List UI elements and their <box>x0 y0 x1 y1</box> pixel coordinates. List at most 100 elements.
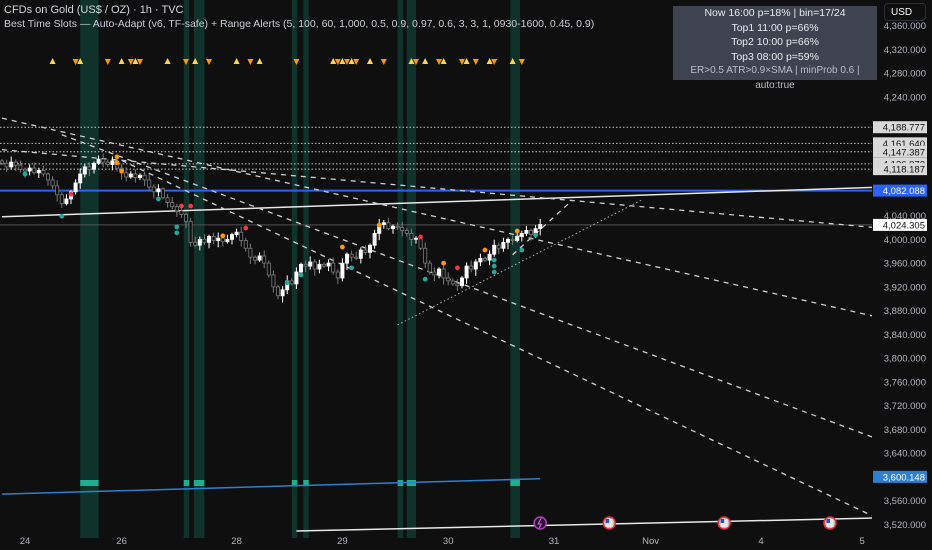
currency-button[interactable]: USD <box>884 3 926 21</box>
price-label: 4,147.387 <box>883 147 925 158</box>
triangle-down-marker <box>491 59 498 65</box>
session-band <box>193 0 205 538</box>
candle-body <box>275 286 280 297</box>
candle-body <box>183 213 188 222</box>
candle-body <box>151 186 156 193</box>
signal-dot-green <box>519 247 525 253</box>
candle-body <box>262 255 267 264</box>
triangle-up-marker <box>330 58 337 64</box>
candle-body <box>519 232 524 237</box>
signal-dot-green <box>156 196 161 202</box>
signal-dot-green <box>174 224 180 230</box>
triangle-up-marker <box>233 58 240 64</box>
candle-body <box>404 230 409 234</box>
candle-body <box>326 262 331 267</box>
signal-dot-orange <box>119 168 124 174</box>
signal-dot-green <box>174 230 180 236</box>
lightning-icon <box>533 516 547 530</box>
candle-body <box>46 173 51 181</box>
candle-body <box>469 265 474 270</box>
candle-body <box>174 206 179 212</box>
candle-body <box>206 235 211 243</box>
candle-body <box>27 167 32 172</box>
y-tick-label: 3,760.000 <box>884 377 926 388</box>
candle-body <box>432 271 437 276</box>
y-tick-label: 4,280.000 <box>884 69 926 80</box>
candle-body <box>165 197 170 203</box>
y-tick-label: 3,560.000 <box>884 496 926 507</box>
candle-body <box>436 268 441 276</box>
candle-body <box>142 174 147 181</box>
candle-body <box>349 253 354 258</box>
info-footer: ER>0.5 ATR>0.9×SMA | minProb 0.6 | auto:… <box>690 65 860 91</box>
candle-body <box>538 224 543 230</box>
session-band <box>183 0 190 538</box>
y-tick-label: 3,720.000 <box>884 401 926 412</box>
signal-dot-green <box>59 213 65 219</box>
candle-body <box>220 237 225 243</box>
triangle-up-marker <box>486 58 493 64</box>
candle-body <box>478 257 483 263</box>
y-tick-label: 3,640.000 <box>884 449 926 460</box>
y-tick-label: 3,880.000 <box>884 306 926 317</box>
signal-dot-orange <box>514 228 520 234</box>
candle-body <box>335 271 340 279</box>
candle-body <box>4 162 9 168</box>
signal-dot-green <box>284 280 290 286</box>
y-tick-label: 3,520.000 <box>884 520 926 531</box>
candle-body <box>423 247 428 264</box>
indicator-title[interactable]: Best Time Slots — Auto-Adapt (v6, TF-saf… <box>4 17 594 31</box>
symbol-title[interactable]: CFDs on Gold (US$ / OZ) · 1h · TVC <box>4 3 594 17</box>
signal-dot-red <box>455 265 460 271</box>
candle-body <box>225 238 230 243</box>
x-tick-label: 31 <box>549 536 560 547</box>
candle-body <box>133 173 138 178</box>
candle-body <box>105 161 110 165</box>
x-tick-label: 24 <box>20 536 31 547</box>
candle-body <box>243 240 248 249</box>
candle-body <box>501 241 506 249</box>
price-label: 4,024.305 <box>883 220 925 231</box>
triangle-down-marker <box>380 59 387 65</box>
signal-dot-green <box>491 269 497 275</box>
candle-body <box>515 235 520 241</box>
session-band-block <box>80 480 99 486</box>
price-label: 4,188.777 <box>883 123 925 134</box>
candle-body <box>18 164 23 170</box>
candle-body <box>55 185 60 196</box>
candle-body <box>64 198 69 205</box>
signal-dot-orange <box>114 154 120 160</box>
candle-body <box>312 261 317 270</box>
triangle-up-marker <box>440 58 447 64</box>
candle-body <box>82 166 87 175</box>
signal-dot-red <box>418 234 423 240</box>
candle-body <box>96 158 101 164</box>
candle-body <box>170 202 175 208</box>
triangle-up-marker <box>367 58 373 64</box>
info-top1: Top1 11:00 p=66% <box>731 21 819 34</box>
candle-body <box>294 271 299 285</box>
candle-body <box>459 277 464 287</box>
candle-body <box>59 194 64 205</box>
candle-body <box>197 238 202 246</box>
candle-body <box>464 265 469 279</box>
y-tick-label: 3,800.000 <box>884 354 926 365</box>
candle-body <box>234 231 239 235</box>
candle-body <box>409 232 414 240</box>
triangle-up-marker <box>49 58 56 64</box>
candle-body <box>110 160 115 165</box>
signal-dot-green <box>533 232 538 238</box>
y-tick-label: 4,000.000 <box>884 235 926 246</box>
candle-body <box>92 162 97 170</box>
price-label: 3,600.148 <box>883 472 925 483</box>
candle-body <box>137 174 142 178</box>
candle-body <box>193 241 198 246</box>
candle-body <box>239 231 244 241</box>
candle-body <box>473 261 478 270</box>
candle-body <box>358 249 363 259</box>
candle-body <box>487 253 492 261</box>
candle-body <box>298 263 303 273</box>
us-flag-icon <box>602 516 616 530</box>
candle-body <box>266 262 271 276</box>
x-tick-label: 28 <box>231 536 242 547</box>
